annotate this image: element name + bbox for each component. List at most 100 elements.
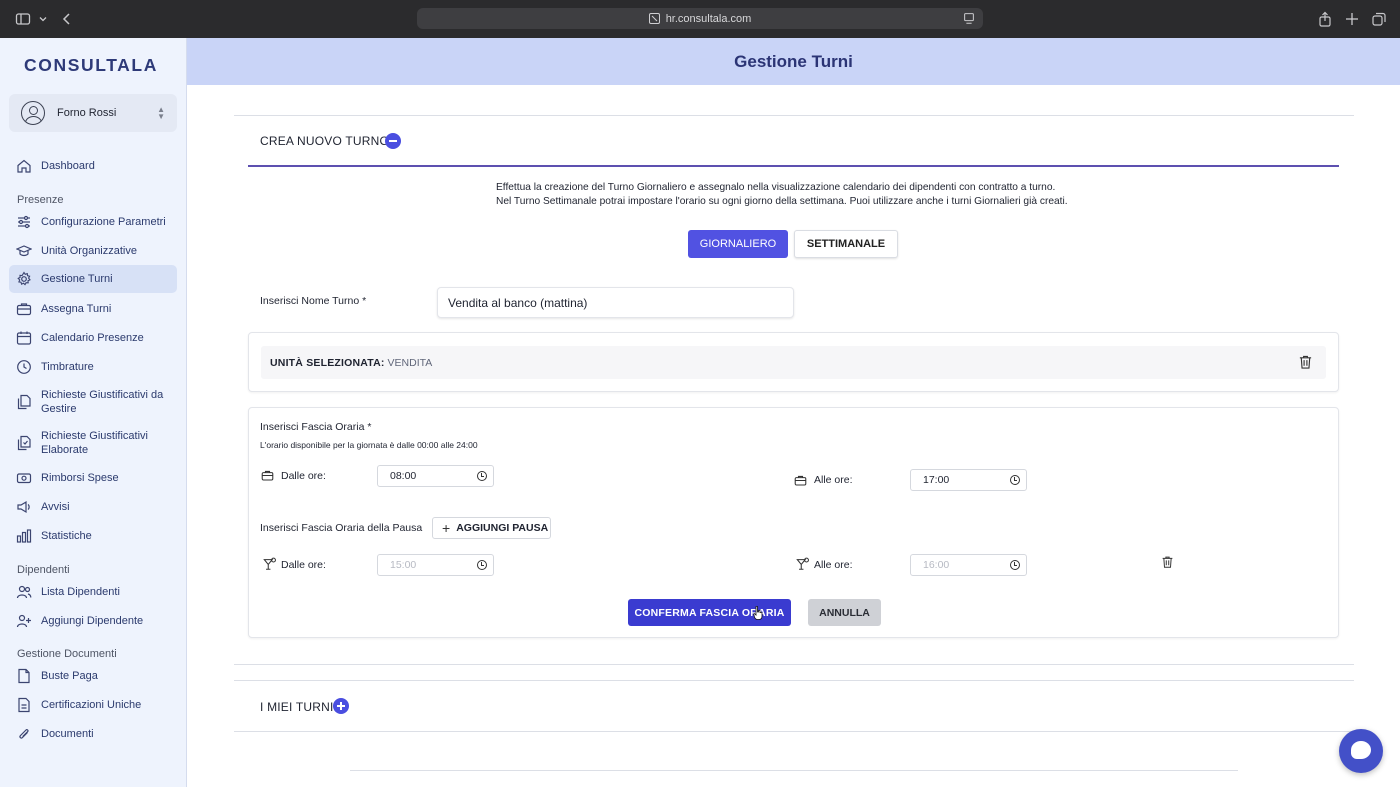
new-tab-icon[interactable]: [1344, 11, 1360, 27]
company-name: Forno Rossi: [57, 107, 117, 119]
share-icon[interactable]: [1317, 11, 1333, 27]
sidebar-item-assegna-turni[interactable]: Assegna Turni: [9, 299, 177, 319]
divider: [234, 664, 1354, 665]
alle-ore-label: Alle ore:: [814, 474, 853, 486]
sidebar-item-label: Richieste Giustificativi da Gestire: [41, 389, 164, 415]
sidebar-item-statistiche[interactable]: Statistiche: [9, 526, 177, 546]
sidebar-item-label: Avvisi: [41, 501, 70, 513]
sidebar-item-gestione-turni[interactable]: Gestione Turni: [9, 265, 177, 293]
bar-chart-icon: [16, 529, 32, 543]
chat-button[interactable]: [1339, 729, 1383, 773]
graduation-cap-icon: [16, 245, 32, 257]
sidebar-item-rimborsi[interactable]: Rimborsi Spese: [9, 468, 177, 488]
gear-icon: [17, 271, 31, 286]
user-avatar-icon: [21, 101, 45, 125]
conferma-fascia-button[interactable]: CONFERMA FASCIA ORARIA: [628, 599, 791, 626]
address-bar[interactable]: hr.consultala.com: [417, 8, 983, 29]
cash-icon: [16, 473, 32, 484]
back-icon[interactable]: [59, 11, 75, 27]
miei-turni-title[interactable]: I MIEI TURNI: [260, 700, 334, 714]
megaphone-icon: [17, 500, 30, 514]
sidebar-item-label: Assegna Turni: [41, 303, 112, 315]
home-icon: [17, 159, 31, 173]
sidebar-item-buste-paga[interactable]: Buste Paga: [9, 666, 177, 686]
clock-icon[interactable]: [477, 560, 487, 570]
paperclip-icon: [19, 729, 29, 739]
sidebar-item-label: Configurazione Parametri: [41, 216, 166, 228]
nome-turno-input[interactable]: Vendita al banco (mattina): [437, 287, 794, 318]
sidebar-item-certificazioni[interactable]: Certificazioni Uniche: [9, 695, 177, 715]
tab-giornaliero[interactable]: GIORNALIERO: [688, 230, 788, 258]
sidebar-item-label: Lista Dipendenti: [41, 586, 120, 598]
pausa-dalle-input[interactable]: 15:00: [377, 554, 494, 576]
dalle-ore-input[interactable]: 08:00: [377, 465, 494, 487]
sidebar-item-documenti[interactable]: Documenti: [9, 724, 177, 744]
sidebar-item-label: Statistiche: [41, 530, 92, 542]
reader-icon[interactable]: [962, 11, 976, 25]
pausa-label: Inserisci Fascia Oraria della Pausa: [260, 522, 423, 534]
mouse-pointer-icon: [753, 606, 763, 620]
sidebar-item-richieste-elaborate[interactable]: Richieste Giustificativi Elaborate: [9, 427, 177, 459]
sidebar-item-avvisi[interactable]: Avvisi: [9, 497, 177, 517]
documents-icon: [17, 394, 31, 410]
sidebar-item-calendario[interactable]: Calendario Presenze: [9, 328, 177, 348]
trash-icon[interactable]: [1298, 354, 1313, 370]
briefcase-icon: [16, 303, 32, 316]
app-logo[interactable]: CONSULTALA: [24, 55, 158, 76]
crea-turno-title[interactable]: CREA NUOVO TURNO: [260, 134, 389, 148]
sidebar-item-richieste-gestire[interactable]: Richieste Giustificativi da Gestire: [9, 386, 177, 418]
sidebar-item-label: Unità Organizzative: [41, 245, 137, 257]
sidebar-item-label: Documenti: [41, 728, 94, 740]
sidebar-item-timbrature[interactable]: Timbrature: [9, 357, 177, 377]
accent-divider: [248, 165, 1339, 167]
sidebar-item-label: Certificazioni Uniche: [41, 699, 142, 711]
clock-icon[interactable]: [1010, 475, 1020, 485]
company-selector[interactable]: Forno Rossi ▲ ▼: [9, 94, 177, 132]
unita-selezionata: UNITÀ SELEZIONATA: VENDITA: [270, 357, 433, 369]
pausa-alle-label: Alle ore:: [814, 559, 853, 571]
sidebar: CONSULTALA Forno Rossi ▲ ▼ Dashboard Pres…: [0, 38, 187, 787]
clock-icon[interactable]: [1010, 560, 1020, 570]
site-favicon-icon: [648, 13, 660, 24]
documents-check-icon: [17, 435, 31, 451]
collapse-minus-icon[interactable]: [385, 133, 401, 149]
calendar-icon: [16, 331, 32, 345]
sidebar-item-label: Gestione Turni: [41, 273, 113, 285]
cocktail-icon: [796, 557, 809, 570]
chevron-updown-icon: ▲ ▼: [157, 105, 165, 121]
sidebar-toggle-icon[interactable]: [15, 11, 31, 27]
sidebar-item-label: Richieste Giustificativi Elaborate: [41, 430, 148, 456]
expand-plus-icon[interactable]: [333, 698, 349, 714]
sidebar-item-label: Rimborsi Spese: [41, 472, 119, 484]
annulla-button[interactable]: ANNULLA: [808, 599, 881, 626]
sidebar-item-configurazione[interactable]: Configurazione Parametri: [9, 212, 177, 232]
divider: [234, 680, 1354, 681]
crea-description: Effettua la creazione del Turno Giornali…: [496, 182, 1068, 207]
clock-icon[interactable]: [477, 471, 487, 481]
chevron-down-icon[interactable]: [35, 11, 51, 27]
page-header: Gestione Turni: [187, 38, 1400, 85]
section-dipendenti: Dipendenti: [17, 564, 70, 576]
fascia-oraria-label: Inserisci Fascia Oraria *: [260, 421, 372, 433]
pausa-alle-input[interactable]: 16:00: [910, 554, 1027, 576]
divider: [234, 731, 1354, 732]
section-presenze: Presenze: [17, 194, 64, 206]
sidebar-item-dashboard[interactable]: Dashboard: [9, 156, 177, 176]
sidebar-item-label: Timbrature: [41, 361, 94, 373]
alle-ore-input[interactable]: 17:00: [910, 469, 1027, 491]
briefcase-icon: [261, 470, 274, 481]
tab-overview-icon[interactable]: [1371, 11, 1387, 27]
url-text: hr.consultala.com: [665, 12, 752, 25]
sliders-icon: [18, 215, 30, 229]
nome-turno-label: Inserisci Nome Turno *: [260, 295, 367, 307]
sidebar-item-lista-dipendenti[interactable]: Lista Dipendenti: [9, 582, 177, 602]
tab-settimanale[interactable]: SETTIMANALE: [794, 230, 898, 258]
trash-icon[interactable]: [1161, 555, 1174, 569]
sidebar-item-unita[interactable]: Unità Organizzative: [9, 241, 177, 261]
aggiungi-pausa-button[interactable]: + AGGIUNGI PAUSA: [432, 517, 551, 539]
sidebar-item-label: Calendario Presenze: [41, 332, 144, 344]
cocktail-icon: [263, 557, 276, 570]
dalle-ore-label: Dalle ore:: [281, 470, 326, 482]
divider: [350, 770, 1238, 771]
sidebar-item-aggiungi-dipendente[interactable]: Aggiungi Dipendente: [9, 611, 177, 631]
